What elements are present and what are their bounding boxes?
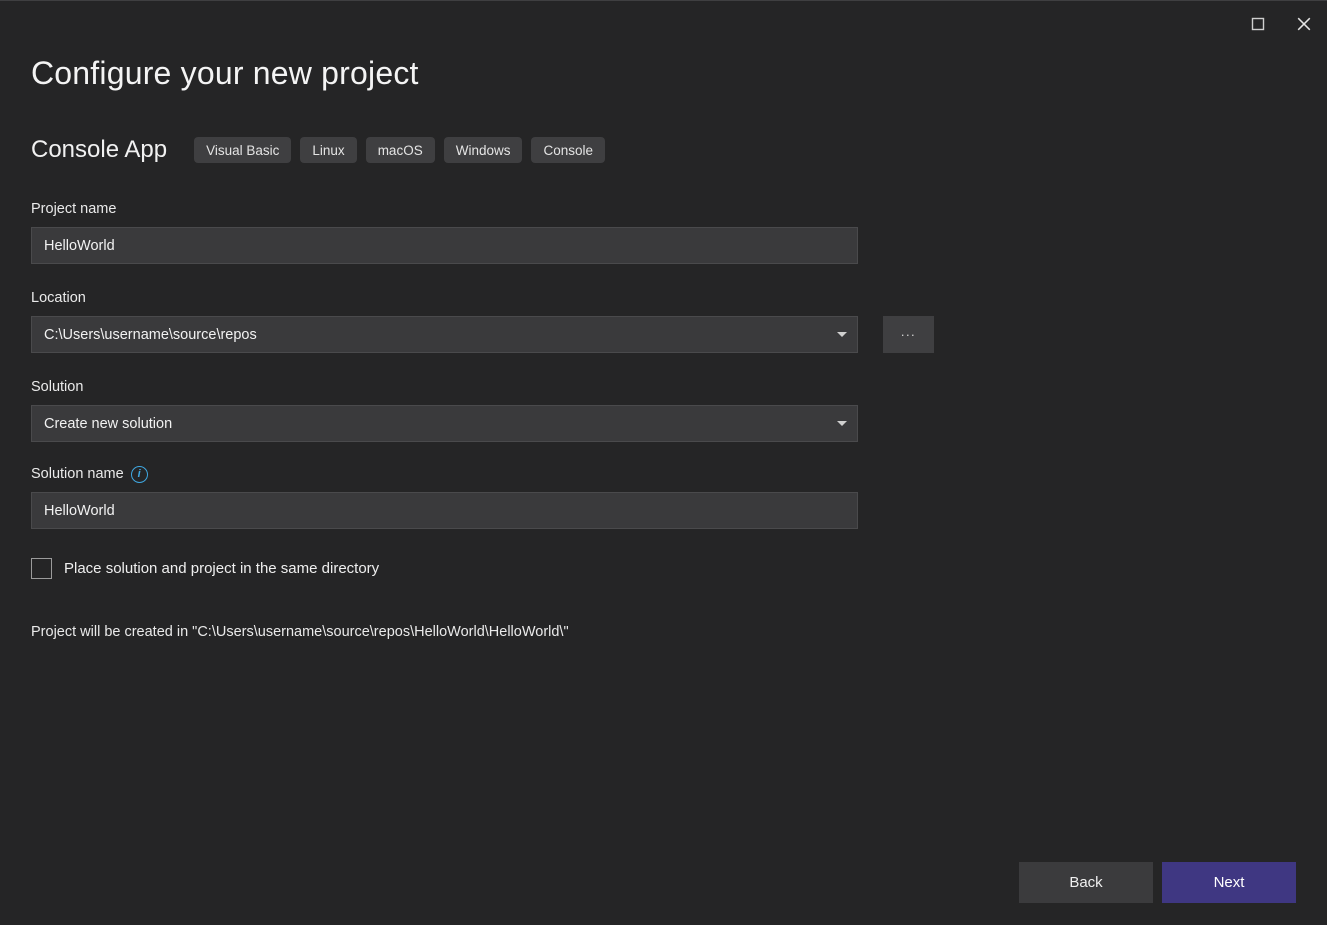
chevron-down-icon <box>837 421 847 426</box>
info-icon[interactable]: i <box>130 465 148 483</box>
window-controls <box>1235 1 1327 47</box>
close-button[interactable] <box>1281 1 1327 47</box>
template-summary: Console App Visual Basic Linux macOS Win… <box>31 133 614 167</box>
location-combobox[interactable]: C:\Users\username\source\repos <box>31 316 858 353</box>
tag-language: Visual Basic <box>194 137 292 163</box>
project-configuration-form: Project name HelloWorld Location C:\User… <box>31 199 936 642</box>
project-name-label: Project name <box>31 201 117 217</box>
same-directory-label: Place solution and project in the same d… <box>64 559 380 577</box>
location-row: C:\Users\username\source\repos ... <box>31 316 936 353</box>
tag-platform-macos: macOS <box>365 137 435 163</box>
same-directory-checkbox-row[interactable]: Place solution and project in the same d… <box>31 558 936 579</box>
chevron-down-icon <box>837 332 847 337</box>
solution-combobox[interactable]: Create new solution <box>31 405 858 442</box>
project-name-value: HelloWorld <box>44 237 115 254</box>
solution-name-input[interactable]: HelloWorld <box>31 492 858 529</box>
maximize-icon <box>1251 17 1265 31</box>
tag-platform-linux: Linux <box>300 137 357 163</box>
template-name: Console App <box>31 136 168 163</box>
close-icon <box>1296 16 1312 32</box>
project-name-input[interactable]: HelloWorld <box>31 227 858 264</box>
page-title: Configure your new project <box>31 55 419 91</box>
same-directory-checkbox[interactable] <box>31 558 52 579</box>
solution-name-value: HelloWorld <box>44 502 115 519</box>
tag-project-type-console: Console <box>531 137 605 163</box>
location-value: C:\Users\username\source\repos <box>44 326 257 343</box>
configure-project-dialog: Configure your new project Console App V… <box>0 0 1327 925</box>
solution-name-label-row: Solution name i <box>31 464 936 484</box>
location-label: Location <box>31 290 86 306</box>
browse-location-button[interactable]: ... <box>883 316 934 353</box>
solution-label: Solution <box>31 379 84 395</box>
dialog-footer: Back Next <box>1019 862 1296 903</box>
back-button[interactable]: Back <box>1019 862 1153 903</box>
next-button[interactable]: Next <box>1162 862 1296 903</box>
tag-platform-windows: Windows <box>443 137 523 163</box>
solution-value: Create new solution <box>44 415 173 432</box>
solution-name-label: Solution name <box>31 466 124 482</box>
maximize-button[interactable] <box>1235 1 1281 47</box>
project-path-preview: Project will be created in "C:\Users\use… <box>31 624 569 640</box>
